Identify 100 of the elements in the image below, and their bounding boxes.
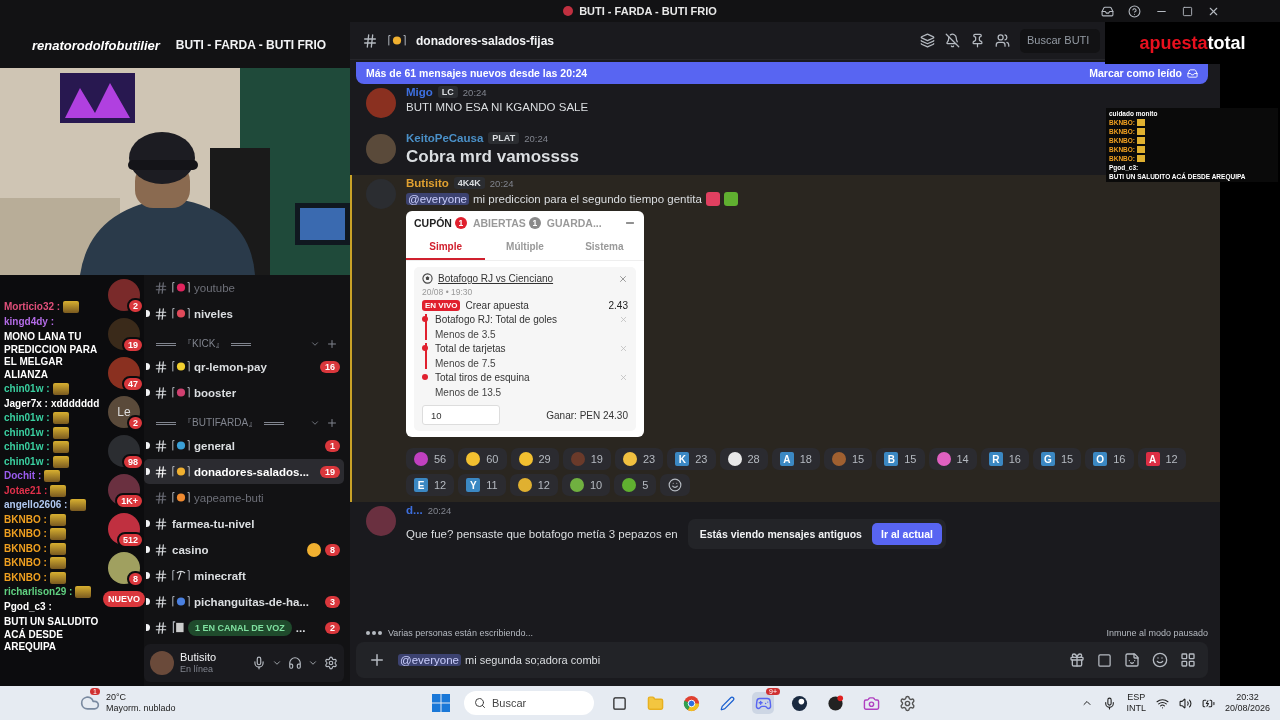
apps-icon[interactable] [1180, 652, 1196, 668]
winnings: Ganar: PEN 24.30 [546, 409, 628, 421]
circle-logo-icon [682, 694, 700, 712]
reaction-chip[interactable]: 19 [562, 448, 611, 470]
user-status: En línea [180, 663, 215, 675]
inbox-icon[interactable] [1101, 4, 1114, 18]
reaction-chip[interactable]: 12 [509, 474, 558, 496]
server-icon[interactable] [108, 552, 140, 584]
reaction-chip[interactable]: K 23 [667, 448, 716, 470]
channel-item[interactable]: booster [144, 380, 344, 405]
chat-username: Morticio32 : [4, 301, 61, 314]
channel-item[interactable]: farmea-tu-nivel [144, 511, 344, 536]
chat-username: chin01w : [4, 383, 50, 396]
microphone-icon[interactable] [1103, 696, 1117, 710]
gift-icon[interactable] [1069, 652, 1085, 668]
reaction-chip[interactable]: 29 [510, 448, 559, 470]
channel-title: donadores-salados-fijas [416, 33, 556, 48]
channel-item[interactable]: yapeame-buti [144, 485, 344, 510]
gif-icon[interactable] [1097, 652, 1112, 668]
avatar [366, 134, 396, 164]
coupon-tab[interactable]: CUPÓN 1 [414, 217, 467, 229]
message-input[interactable]: @everyone mi segunda so;adora combi [356, 642, 1208, 678]
taskbar-search[interactable]: Buscar [464, 691, 594, 715]
chat-username: BKNBO : [4, 528, 47, 541]
mention[interactable]: @everyone [406, 193, 469, 205]
reaction-chip[interactable]: 10 [561, 474, 611, 496]
reaction-chip[interactable]: G 15 [1033, 448, 1082, 470]
author-name[interactable]: Butisito [406, 177, 449, 189]
channel-item[interactable]: general 1 [144, 433, 344, 458]
channel-item[interactable]: 1 EN CANAL DE VOZ ... 2 [144, 615, 344, 640]
mark-as-read-button[interactable]: Marcar como leído [1089, 67, 1198, 79]
channel-item[interactable]: casino 8 [144, 537, 344, 562]
help-icon[interactable] [1128, 4, 1141, 18]
jump-to-present-button[interactable]: Ir al actual [871, 523, 942, 545]
mode-tab[interactable]: Simple [406, 235, 486, 260]
inbox-icon [1187, 67, 1198, 79]
reaction-chip[interactable]: 28 [719, 448, 768, 470]
volume-icon[interactable] [1178, 696, 1192, 710]
plus-icon[interactable] [368, 651, 386, 669]
headphones-icon[interactable] [288, 656, 302, 670]
camera-icon [862, 694, 880, 712]
stake-field[interactable]: 10 [422, 405, 500, 425]
reaction-chip[interactable]: 23 [615, 448, 664, 470]
reaction-chip[interactable]: E 12 [406, 474, 455, 496]
server-name[interactable]: BUTI - FARDA - BUTI FRIO [175, 38, 327, 52]
mention-count: 2 [325, 621, 340, 634]
timestamp: 20:24 [462, 86, 487, 98]
event-link[interactable]: Botafogo RJ vs Cienciano [438, 273, 613, 284]
plus-icon[interactable] [326, 338, 338, 350]
plus-icon[interactable] [326, 417, 338, 429]
language-indicator[interactable]: ESP INTL [1126, 692, 1146, 714]
channel-item[interactable]: donadores-salados... 19 [144, 459, 344, 484]
selection-dot [422, 374, 428, 380]
maximize-icon[interactable] [1182, 5, 1193, 17]
wifi-icon[interactable] [1155, 696, 1169, 710]
reaction-chip[interactable]: 15 [824, 448, 873, 470]
start-icon[interactable] [432, 694, 450, 712]
reaction-chip[interactable]: B 15 [876, 448, 925, 470]
reaction-chip[interactable]: 14 [928, 448, 977, 470]
chat-username: BKNBO : [4, 542, 47, 555]
reaction-chip[interactable]: R 16 [980, 448, 1029, 470]
search-field[interactable]: Buscar BUTI [1020, 28, 1100, 53]
threads-icon[interactable] [920, 33, 935, 48]
pin-icon[interactable] [970, 33, 985, 48]
mention-count: 1 [325, 439, 340, 452]
reaction-chip[interactable]: O 16 [1085, 448, 1134, 470]
clock[interactable]: 20:32 20/08/2026 [1224, 692, 1270, 714]
author-name[interactable]: d... [406, 504, 423, 516]
add-reaction-button[interactable] [660, 474, 691, 496]
channel-item[interactable]: qr-lemon-pay 16 [144, 354, 344, 379]
sticker-icon[interactable] [1124, 652, 1140, 668]
letter-emoji-icon: K [675, 452, 690, 466]
reaction-chip[interactable]: 5 [614, 474, 657, 496]
role-tag: PLAT [488, 132, 520, 144]
temperature: 20°C [106, 692, 128, 703]
reaction-count: 28 [747, 453, 760, 465]
author-name[interactable]: KeitoPeCausa [406, 132, 484, 144]
channel-item[interactable]: niveles [144, 301, 344, 326]
settings-icon[interactable] [324, 656, 338, 670]
channel-item[interactable]: pichanguitas-de-ha... 3 [144, 589, 344, 614]
reaction-chip[interactable]: A 12 [1137, 448, 1186, 470]
channel-item[interactable]: youtube [144, 275, 344, 300]
reaction-count: 15 [852, 453, 865, 465]
reaction-chip[interactable]: Y 11 [458, 474, 506, 496]
channel-item[interactable]: minecraft [144, 563, 344, 588]
voice-status-pill: 1 EN CANAL DE VOZ [188, 619, 292, 636]
microphone-icon[interactable] [252, 656, 266, 670]
category-label[interactable]: 『BUTIFARDA』 [182, 416, 259, 430]
reaction-chip[interactable]: 60 [458, 448, 507, 470]
reaction-chip[interactable]: A 18 [771, 448, 820, 470]
mute-icon[interactable] [945, 33, 960, 48]
chat-username: BKNBO : [4, 557, 47, 570]
avatar [366, 506, 396, 536]
letter-emoji-icon: G [1041, 452, 1055, 466]
reaction-chip[interactable]: 56 [406, 448, 455, 470]
emoji-icon[interactable] [1152, 652, 1168, 668]
category-label[interactable]: 『KICK』 [182, 337, 226, 351]
message-text: Cobra mrd vamossss [406, 147, 579, 167]
members-icon[interactable] [995, 33, 1010, 48]
author-name[interactable]: Migo [406, 86, 433, 98]
